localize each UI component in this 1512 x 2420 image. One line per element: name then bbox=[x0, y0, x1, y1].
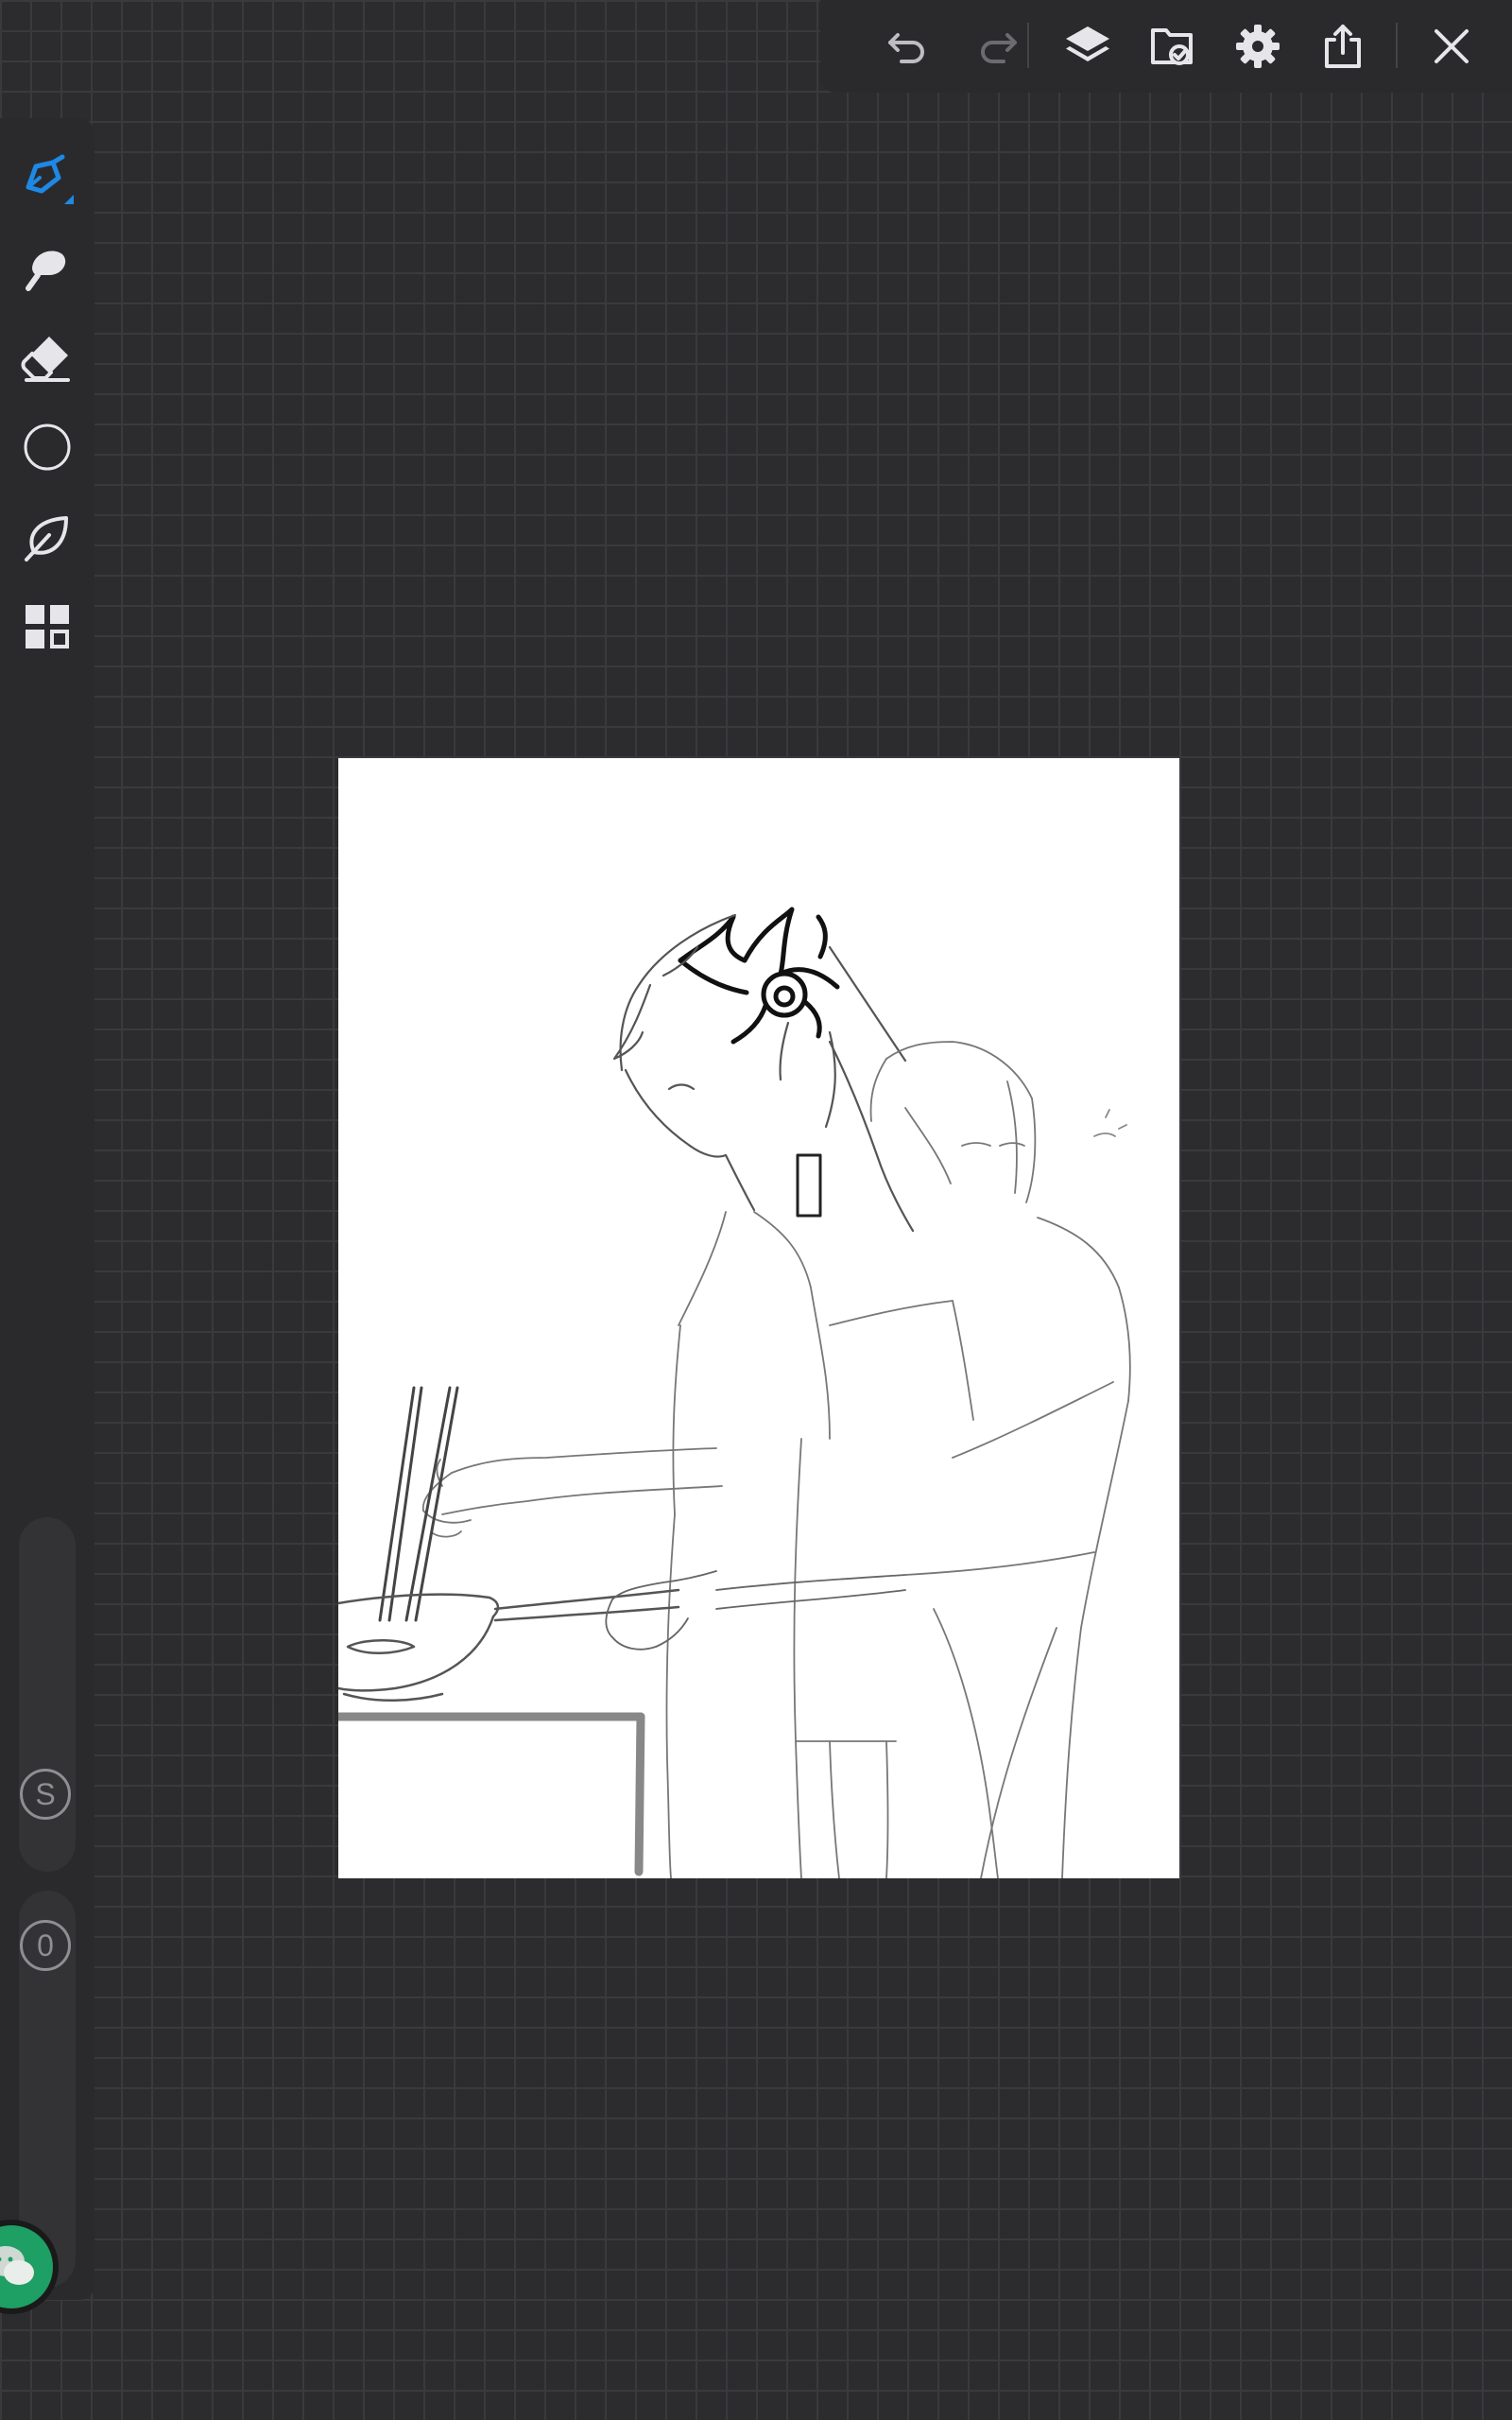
undo-button[interactable] bbox=[879, 18, 936, 75]
pen-icon bbox=[26, 154, 74, 204]
toolbar-divider bbox=[1396, 23, 1398, 68]
smudge-tool[interactable] bbox=[9, 230, 85, 305]
layers-button[interactable] bbox=[1059, 18, 1116, 75]
brush-size-handle[interactable]: S bbox=[20, 1769, 71, 1820]
close-button[interactable] bbox=[1423, 18, 1480, 75]
close-icon bbox=[1435, 29, 1469, 63]
smudge-icon bbox=[26, 251, 66, 291]
pen-tool[interactable] bbox=[9, 140, 85, 216]
opacity-handle[interactable]: 0 bbox=[20, 1920, 71, 1971]
import-image-button[interactable] bbox=[1144, 18, 1201, 75]
drawing-canvas[interactable] bbox=[334, 758, 1179, 1879]
grid-icon bbox=[26, 605, 69, 648]
share-icon bbox=[1325, 25, 1361, 68]
share-button[interactable] bbox=[1314, 18, 1371, 75]
undo-icon bbox=[888, 33, 924, 63]
color-tool[interactable] bbox=[9, 409, 85, 485]
top-toolbar bbox=[820, 0, 1512, 93]
tool-sidebar: S 0 bbox=[0, 118, 94, 2300]
leaf-tool[interactable] bbox=[9, 499, 85, 575]
sketch-artwork bbox=[334, 907, 1131, 1879]
eraser-tool[interactable] bbox=[9, 320, 85, 395]
grid-tool[interactable] bbox=[9, 589, 85, 665]
layers-icon bbox=[1066, 26, 1109, 61]
color-icon bbox=[24, 424, 71, 471]
settings-button[interactable] bbox=[1229, 18, 1286, 75]
settings-icon bbox=[1236, 25, 1280, 68]
leaf-icon bbox=[25, 516, 68, 562]
eraser-icon bbox=[21, 337, 70, 382]
redo-button[interactable] bbox=[970, 18, 1026, 75]
wechat-icon bbox=[0, 2246, 34, 2285]
redo-icon bbox=[981, 33, 1017, 63]
toolbar-divider bbox=[1027, 23, 1029, 68]
import-image-icon bbox=[1151, 28, 1193, 65]
